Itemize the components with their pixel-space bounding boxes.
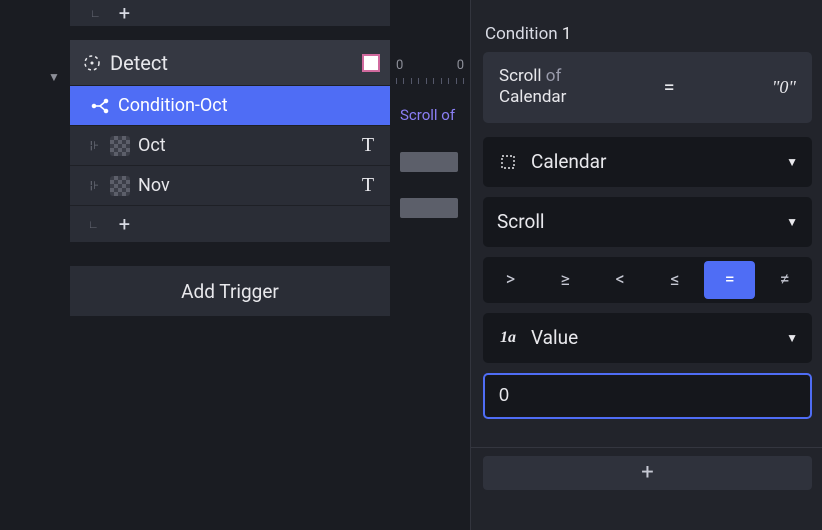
tree-row-detect[interactable]: Detect xyxy=(70,40,390,86)
add-condition-button[interactable]: + xyxy=(483,456,812,490)
tree-label: Condition-Oct xyxy=(118,95,380,116)
tree-label: Nov xyxy=(138,175,356,196)
timeline-end: 0 xyxy=(457,58,464,73)
timeline-clip[interactable] xyxy=(400,152,458,172)
value-prefix-icon: 1a xyxy=(497,329,519,347)
inspector-panel: Condition 1 Scroll of Calendar = "0" Cal… xyxy=(470,0,822,530)
op-gt[interactable]: > xyxy=(485,261,536,299)
op-gte[interactable]: ≥ xyxy=(540,261,591,299)
text-type-icon: T xyxy=(356,134,380,158)
plus-icon: + xyxy=(119,1,130,25)
disclosure-triangle-icon[interactable]: ▼ xyxy=(48,70,60,84)
divider xyxy=(471,447,822,448)
checker-icon xyxy=(110,136,130,156)
timeline-column: 0 0 Scroll of xyxy=(390,0,470,530)
timeline-start: 0 xyxy=(396,58,403,73)
op-lte[interactable]: ≤ xyxy=(649,261,700,299)
op-neq[interactable]: ≠ xyxy=(759,261,810,299)
target-select[interactable]: Calendar ▼ xyxy=(483,137,812,187)
timeline-clip[interactable] xyxy=(400,198,458,218)
tree-add-child[interactable]: ∟ + xyxy=(70,206,390,242)
text-type-icon: T xyxy=(356,174,380,198)
op-eq[interactable]: = xyxy=(704,261,755,299)
target-icon xyxy=(80,53,104,73)
timeline-ticks xyxy=(396,78,464,86)
summary-expression: Scroll of Calendar xyxy=(499,66,566,109)
property-select-label: Scroll xyxy=(497,210,786,233)
summary-value: "0" xyxy=(772,77,796,98)
chevron-down-icon: ▼ xyxy=(786,215,798,229)
plus-icon: + xyxy=(641,460,653,485)
layer-tree: ∟ + Detect xyxy=(70,0,390,530)
add-trigger-label: Add Trigger xyxy=(181,280,279,303)
target-select-label: Calendar xyxy=(531,150,786,173)
plus-icon: + xyxy=(119,212,130,236)
condition-summary[interactable]: Scroll of Calendar = "0" xyxy=(483,52,812,123)
chevron-down-icon: ▼ xyxy=(786,331,798,345)
tree-row-nov[interactable]: ¦ ⊦ Nov T xyxy=(70,166,390,206)
value-mode-select[interactable]: 1a Value ▼ xyxy=(483,313,812,363)
timeline-track-label: Scroll of xyxy=(400,106,455,124)
op-lt[interactable]: < xyxy=(595,261,646,299)
branch-icon xyxy=(88,97,112,115)
tree-row-condition[interactable]: Condition-Oct xyxy=(70,86,390,126)
color-swatch[interactable] xyxy=(362,54,380,72)
summary-operator: = xyxy=(664,75,675,99)
chevron-down-icon: ▼ xyxy=(786,155,798,169)
tree-add-top[interactable]: ∟ + xyxy=(70,0,390,26)
checker-icon xyxy=(110,176,130,196)
condition-title: Condition 1 xyxy=(485,24,812,44)
tree-row-oct[interactable]: ¦ ⊦ Oct T xyxy=(70,126,390,166)
add-trigger-button[interactable]: Add Trigger xyxy=(70,266,390,316)
value-mode-label: Value xyxy=(531,326,786,349)
operator-row: > ≥ < ≤ = ≠ xyxy=(483,257,812,303)
value-input[interactable] xyxy=(483,373,812,419)
property-select[interactable]: Scroll ▼ xyxy=(483,197,812,247)
selection-box-icon xyxy=(497,153,519,171)
tree-label: Oct xyxy=(138,135,356,156)
left-gutter: ▼ xyxy=(0,0,70,530)
tree-label: Detect xyxy=(110,51,362,75)
